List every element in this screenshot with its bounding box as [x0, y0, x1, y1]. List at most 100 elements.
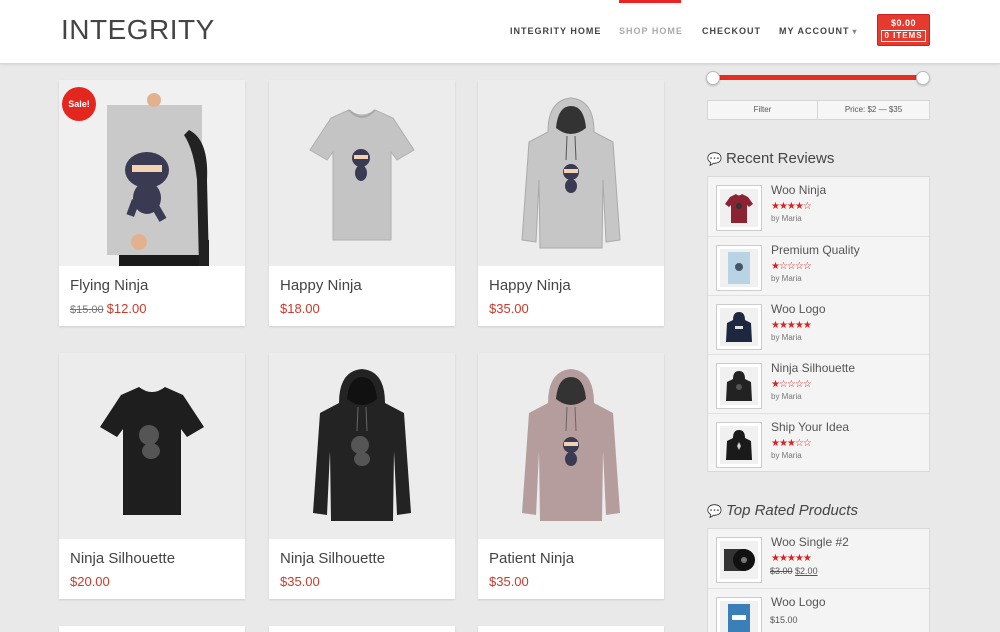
top-rated-price: $3.00 $2.00: [770, 566, 818, 576]
price-range-label: Price: $2 — $35: [844, 105, 903, 114]
nav-my-account-label: MY ACCOUNT: [779, 26, 850, 36]
hoodie-icon: [478, 353, 664, 539]
hoodie-icon: [269, 353, 455, 539]
review-author: by Maria: [771, 392, 802, 401]
product-price: $35.00: [280, 574, 320, 589]
recent-reviews-title: 💬 Recent Reviews: [707, 150, 834, 167]
product-image[interactable]: [478, 80, 664, 266]
top-rated-item[interactable]: Woo Logo $15.00: [708, 588, 929, 632]
recent-reviews-list: Woo Ninja ★★★★☆ by Maria Premium Quality…: [707, 176, 930, 472]
star-rating: ★☆☆☆☆: [771, 379, 812, 390]
review-author: by Maria: [771, 333, 802, 342]
product-card[interactable]: Ninja Silhouette $20.00: [59, 353, 245, 599]
chevron-down-icon: ▾: [852, 27, 858, 36]
top-rated-title: 💬 Top Rated Products: [707, 502, 858, 519]
review-product-title[interactable]: Woo Ninja: [771, 183, 826, 197]
poster-icon: [720, 249, 758, 287]
price-slider-track[interactable]: [714, 75, 924, 80]
site-logo[interactable]: INTEGRITY: [61, 14, 215, 46]
star-rating: ★★★★☆: [771, 201, 812, 212]
tshirt-icon: [720, 189, 758, 227]
product-card-partial: [59, 626, 245, 632]
review-thumbnail[interactable]: [716, 245, 762, 291]
product-image[interactable]: [269, 80, 455, 266]
product-old-price: $15.00: [70, 304, 104, 316]
review-product-title[interactable]: Ship Your Idea: [771, 420, 849, 434]
review-author: by Maria: [771, 214, 802, 223]
top-rated-sale-price: $2.00: [795, 566, 818, 576]
price-slider-max-handle[interactable]: [916, 71, 930, 85]
top-rated-title-text: Top Rated Products: [725, 502, 858, 519]
review-thumbnail[interactable]: [716, 304, 762, 350]
top-rated-item[interactable]: Woo Single #2 ★★★★★ $3.00 $2.00: [708, 529, 929, 588]
hoodie-icon: [478, 80, 664, 266]
nav-checkout[interactable]: CHECKOUT: [702, 26, 761, 36]
product-image[interactable]: [478, 353, 664, 539]
product-price: $18.00: [280, 301, 320, 316]
speech-bubble-icon: 💬: [707, 504, 722, 518]
review-item[interactable]: Woo Logo ★★★★★ by Maria: [708, 295, 929, 354]
review-item[interactable]: Ship Your Idea ★★★☆☆ by Maria: [708, 413, 929, 472]
review-item[interactable]: Woo Ninja ★★★★☆ by Maria: [708, 177, 929, 236]
nav-my-account[interactable]: MY ACCOUNT ▾: [779, 26, 858, 36]
star-rating: ★★★☆☆: [771, 438, 812, 449]
review-author: by Maria: [771, 274, 802, 283]
product-card-partial: [478, 626, 664, 632]
cart-total: $0.00: [890, 18, 917, 28]
review-item[interactable]: Premium Quality ★☆☆☆☆ by Maria: [708, 236, 929, 295]
price-slider-min-handle[interactable]: [706, 71, 720, 85]
filter-button[interactable]: Filter: [708, 101, 818, 119]
product-title[interactable]: Flying Ninja: [70, 277, 148, 294]
site-header: INTEGRITY INTEGRITY HOME SHOP HOME CHECK…: [0, 0, 1000, 64]
product-thumbnail[interactable]: [716, 597, 762, 632]
review-product-title[interactable]: Premium Quality: [771, 243, 860, 257]
review-product-title[interactable]: Woo Logo: [771, 302, 826, 316]
product-card[interactable]: Patient Ninja $35.00: [478, 353, 664, 599]
cart-items-count: 0 ITEMS: [881, 30, 926, 42]
product-image[interactable]: [269, 353, 455, 539]
product-title[interactable]: Ninja Silhouette: [280, 550, 385, 567]
product-title[interactable]: Patient Ninja: [489, 550, 574, 567]
product-price: $20.00: [70, 574, 110, 589]
product-card[interactable]: Happy Ninja $18.00: [269, 80, 455, 326]
review-product-title[interactable]: Ninja Silhouette: [771, 361, 855, 375]
product-price: $35.00: [489, 301, 529, 316]
star-rating: ★★★★★: [771, 553, 812, 564]
recent-reviews-title-text: Recent Reviews: [725, 150, 835, 167]
product-card[interactable]: Ninja Silhouette $35.00: [269, 353, 455, 599]
top-rated-list: Woo Single #2 ★★★★★ $3.00 $2.00 Woo Logo…: [707, 528, 930, 632]
product-price: $35.00: [489, 574, 529, 589]
top-rated-old-price: $3.00: [770, 566, 793, 576]
top-rated-product-title[interactable]: Woo Logo: [771, 595, 826, 609]
star-rating: ★★★★★: [771, 320, 812, 331]
cart-button[interactable]: $0.00 0 ITEMS: [877, 14, 930, 46]
nav-integrity-home[interactable]: INTEGRITY HOME: [510, 26, 601, 36]
review-item[interactable]: Ninja Silhouette ★☆☆☆☆ by Maria: [708, 354, 929, 413]
product-title[interactable]: Ninja Silhouette: [70, 550, 175, 567]
nav-shop-home[interactable]: SHOP HOME: [619, 26, 683, 36]
product-card[interactable]: Happy Ninja $35.00: [478, 80, 664, 326]
review-thumbnail[interactable]: [716, 185, 762, 231]
product-title[interactable]: Happy Ninja: [489, 277, 571, 294]
music-album-icon: [720, 541, 758, 579]
nav-active-indicator: [619, 0, 681, 3]
product-thumbnail[interactable]: [716, 537, 762, 583]
tshirt-icon: [269, 80, 455, 266]
product-price: $15.00 $12.00: [70, 301, 146, 316]
product-image[interactable]: [59, 353, 245, 539]
tshirt-icon: [59, 353, 245, 539]
product-sale-price: $12.00: [106, 301, 147, 316]
product-title[interactable]: Happy Ninja: [280, 277, 362, 294]
speech-bubble-icon: 💬: [707, 152, 722, 166]
product-card[interactable]: Sale! Flying Ninja $15.00 $12.00: [59, 80, 245, 326]
product-card-partial: [269, 626, 455, 632]
top-rated-price: $15.00: [770, 615, 798, 625]
star-rating: ★☆☆☆☆: [771, 261, 812, 272]
review-thumbnail[interactable]: [716, 422, 762, 468]
hoodie-icon: [720, 426, 758, 464]
review-thumbnail[interactable]: [716, 363, 762, 409]
hoodie-icon: [720, 367, 758, 405]
sale-badge: Sale!: [62, 87, 96, 121]
top-rated-product-title[interactable]: Woo Single #2: [771, 535, 849, 549]
hoodie-icon: [720, 308, 758, 346]
